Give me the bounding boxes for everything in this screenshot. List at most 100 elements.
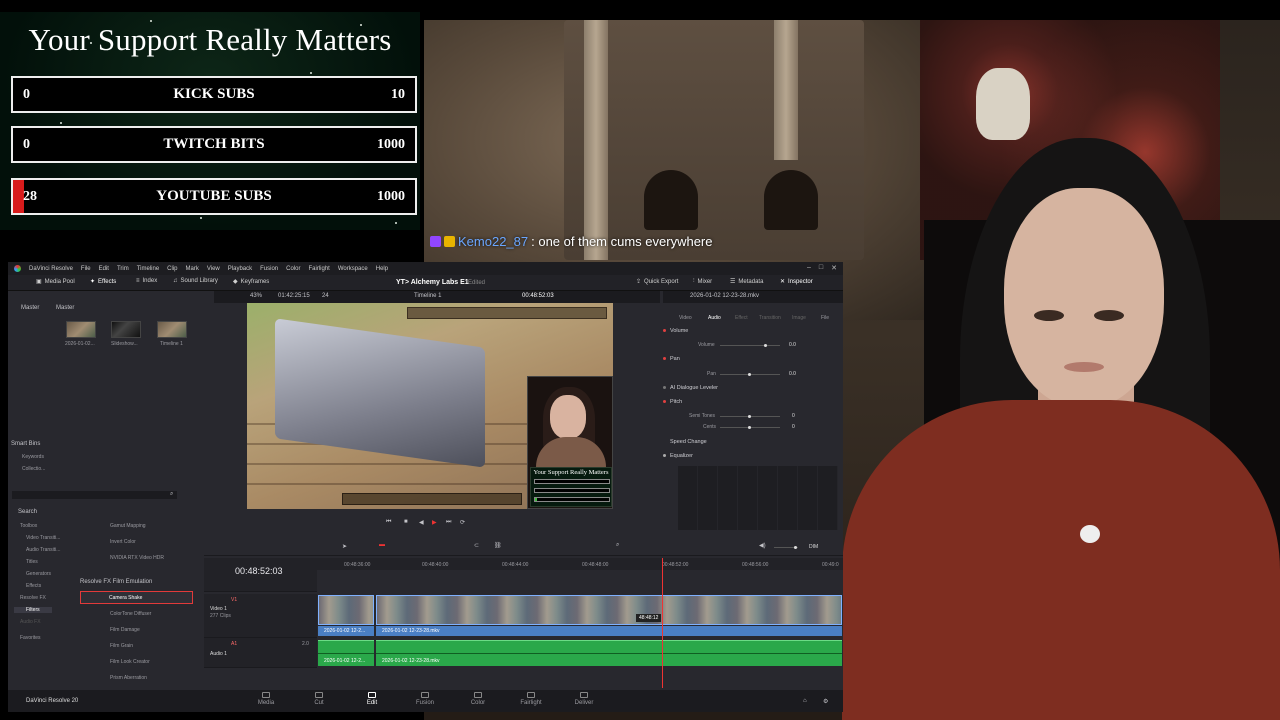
keyframes-button[interactable]: ◆ Keyframes [233,278,269,286]
audio-track-header[interactable]: A1 Audio 1 2.0 [204,638,317,668]
effects-tree-item[interactable]: Video Transiti... [26,535,60,541]
menu-item[interactable]: Trim [117,266,129,272]
maximize-icon[interactable]: □ [819,264,823,272]
equalizer-graph[interactable] [678,466,838,530]
page-tab-media[interactable]: Media [241,692,291,706]
snap-icon[interactable]: ⊂ [474,542,479,549]
search-icon[interactable]: ⌕ [170,491,173,498]
quick-export-button[interactable]: ⇪ Quick Export [636,278,678,286]
effect-item[interactable]: Gamut Mapping [110,523,146,529]
mixer-button[interactable]: ⫶ Mixer [693,278,712,285]
timeline-viewer[interactable]: Your Support Really Matters [247,303,613,509]
gear-icon[interactable]: ⚙ [823,698,828,705]
video-clip[interactable] [376,595,842,625]
menu-item[interactable]: Mark [186,266,199,272]
effect-item[interactable]: NVIDIA RTX Video HDR [110,555,164,561]
page-tab-fairlight[interactable]: Fairlight [506,692,556,706]
play-reverse-button[interactable]: ◀ [419,519,424,526]
timeline[interactable]: 00:48:52:03 00:48:36:00 00:48:40:00 00:4… [204,558,843,688]
blade-tool-icon[interactable]: ▬ [379,542,385,548]
ai-dialogue-leveler-section[interactable]: AI Dialogue Leveler [663,385,718,397]
inspector-tab-video[interactable]: Video [679,315,692,321]
clip-thumbnail[interactable] [66,321,96,338]
inspector-tab-file[interactable]: File [821,315,829,321]
menu-item[interactable]: Edit [99,266,109,272]
effect-item[interactable]: Film Grain [110,643,133,649]
pan-value[interactable]: 0.0 [789,371,796,377]
timeline-thumbnail[interactable] [157,321,187,338]
dim-button[interactable]: DIM [809,544,818,550]
effects-search-label[interactable]: Search [18,509,37,515]
clip-thumbnail[interactable] [111,321,141,338]
inspector-tab-effect[interactable]: Effect [735,315,748,321]
go-to-end-button[interactable]: ⏭ [446,519,451,526]
loop-button[interactable]: ⟳ [460,519,465,526]
effects-tree-item-selected[interactable]: Filters [14,607,52,613]
effects-tree-item[interactable]: Toolbox [20,523,37,529]
home-icon[interactable]: ⌂ [803,698,807,704]
menu-item[interactable]: View [207,266,220,272]
effect-item[interactable]: Prism Aberration [110,675,147,681]
sound-library-button[interactable]: ♫ Sound Library [173,278,218,284]
effect-item[interactable]: Invert Color [110,539,136,545]
menu-item[interactable]: Help [376,266,388,272]
effects-tree-item[interactable]: Audio FX [20,619,41,625]
page-tab-fusion[interactable]: Fusion [400,692,450,706]
menu-item[interactable]: Workspace [338,266,368,272]
menu-item[interactable]: DaVinci Resolve [29,266,73,272]
minimize-icon[interactable]: – [807,264,811,272]
menu-item[interactable]: Playback [228,266,252,272]
effects-tree-item[interactable]: Titles [26,559,38,565]
effects-tree-item[interactable]: Audio Transiti... [26,547,60,553]
stop-button[interactable]: ■ [404,519,408,525]
timeline-ruler[interactable]: 00:48:36:00 00:48:40:00 00:48:44:00 00:4… [317,558,843,570]
effect-item[interactable]: Film Look Creator [110,659,150,665]
master-bin[interactable]: Master [21,305,39,311]
menu-item[interactable]: Fairlight [308,266,329,272]
effects-search-bar[interactable] [12,491,177,499]
inspector-button[interactable]: ✕ Inspector [780,278,813,286]
menu-item[interactable]: Timeline [137,266,159,272]
camera-shake-item[interactable]: Camera Shake [80,591,193,604]
viewer-zoom[interactable]: 43% [250,293,262,299]
cents-value[interactable]: 0 [792,424,795,430]
video-clip[interactable] [318,595,374,625]
menu-item[interactable]: Color [286,266,300,272]
master-volume-slider[interactable] [774,546,798,549]
close-icon[interactable]: ✕ [831,264,837,272]
menu-item[interactable]: File [81,266,91,272]
equalizer-section[interactable]: Equalizer [663,453,693,465]
page-tab-color[interactable]: Color [453,692,503,706]
pan-slider[interactable] [720,373,780,376]
pitch-section[interactable]: Pitch [663,399,682,411]
effects-tree-item[interactable]: Resolve FX [20,595,46,601]
video-track-header[interactable]: V1 Video 1 277 Clips [204,594,317,638]
volume-slider[interactable] [720,344,780,347]
volume-value[interactable]: 0.0 [789,342,796,348]
pan-section[interactable]: Pan [663,356,680,368]
semitones-slider[interactable] [720,415,780,418]
speaker-icon[interactable]: ◀) [759,542,766,549]
link-icon[interactable]: ⛓ [494,542,502,549]
media-pool-button[interactable]: ▣ Media Pool [36,278,75,286]
effects-tree-item[interactable]: Favorites [20,635,41,641]
volume-section[interactable]: Volume [663,328,688,340]
inspector-tab-audio[interactable]: Audio [708,315,721,321]
effects-button[interactable]: ✦ Effects [90,278,116,286]
play-button[interactable]: ▶ [432,519,437,526]
speed-change-section[interactable]: Speed Change [663,439,707,451]
smart-bin-item[interactable]: Collectio... [22,466,45,472]
inspector-tab-image[interactable]: Image [792,315,806,321]
effects-tree-item[interactable]: Effects [26,583,41,589]
playhead[interactable] [662,558,663,688]
go-to-start-button[interactable]: ⏮ [386,519,391,526]
effects-tree-item[interactable]: Generators [26,571,51,577]
index-button[interactable]: ≡ Index [136,278,157,284]
page-tab-cut[interactable]: Cut [294,692,344,706]
inspector-tab-transition[interactable]: Transition [759,315,781,321]
page-tab-edit[interactable]: Edit [347,692,397,706]
master-breadcrumb[interactable]: Master [56,305,74,311]
metadata-button[interactable]: ☰ Metadata [730,278,763,286]
timeline-name[interactable]: Timeline 1 [414,293,441,299]
zoom-icon[interactable]: ⌕ [616,542,619,549]
